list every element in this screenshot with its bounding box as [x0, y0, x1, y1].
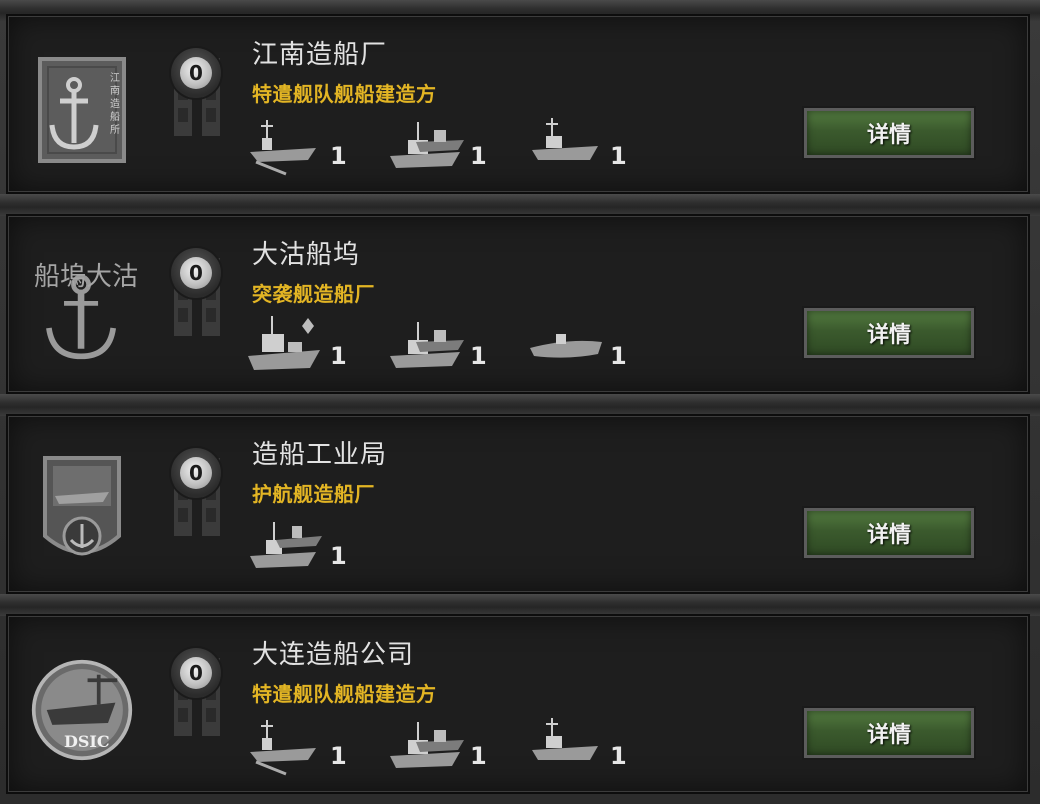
- detail-button[interactable]: 详情: [804, 308, 974, 358]
- shipyard-type: 突袭舰造船厂: [252, 282, 375, 306]
- shipyard-type: 特遣舰队舰船建造方: [252, 682, 437, 706]
- order-counter: 0: [166, 246, 228, 346]
- detail-button-label: 详情: [866, 323, 911, 348]
- shipyard-row-4: DSIC 0 大连造船公司 特遣舰队舰船建造方 1 1 1 详情: [6, 614, 1030, 794]
- detail-button[interactable]: 详情: [804, 708, 974, 758]
- battleship-group-icon: [386, 712, 466, 778]
- anchor-emblem-icon: 船塢大沽: [30, 252, 138, 368]
- ship-count: 1: [330, 342, 347, 370]
- shipyard-type: 特遣舰队舰船建造方: [252, 82, 437, 106]
- ship-types: 1: [246, 512, 686, 582]
- counter-value: 0: [180, 257, 212, 289]
- shipyard-name: 大连造船公司: [252, 640, 415, 670]
- battleship-group-icon: [386, 112, 466, 178]
- separator: [0, 394, 1040, 416]
- counter-value: 0: [180, 457, 212, 489]
- dsic-badge-icon: DSIC: [30, 652, 134, 768]
- shipyard-name: 造船工业局: [252, 440, 388, 470]
- shipyard-row-3: 0 造船工业局 护航舰造船厂 1 详情: [6, 414, 1030, 594]
- logo-text: 江南造船所: [110, 73, 120, 136]
- submarine-icon: [528, 312, 608, 378]
- ship-count: 1: [610, 342, 627, 370]
- order-counter: 0: [166, 446, 228, 546]
- anchor-seal-icon: 江南造船所: [30, 52, 134, 168]
- ship-count: 1: [330, 542, 347, 570]
- shipyard-type: 护航舰造船厂: [252, 482, 375, 506]
- logo-text: 船塢大沽: [34, 262, 139, 292]
- counter-value: 0: [180, 657, 212, 689]
- heavy-battleship-icon: [246, 312, 326, 378]
- carrier-icon: [246, 112, 326, 178]
- ship-count: 1: [610, 742, 627, 770]
- detail-button-label: 详情: [866, 523, 911, 548]
- ship-types: 1 1 1: [246, 312, 686, 382]
- destroyer-icon: [528, 712, 608, 778]
- escort-group-icon: [246, 512, 326, 578]
- shipyard-row-2: 船塢大沽 0 大沽船坞 突袭舰造船厂 1 1 1 详情: [6, 214, 1030, 394]
- shipyard-row-1: 江南造船所 0 江南造船厂 特遣舰队舰船建造方 1 1 1 详情: [6, 14, 1030, 194]
- order-counter: 0: [166, 46, 228, 146]
- detail-button-label: 详情: [866, 723, 911, 748]
- ship-count: 1: [330, 742, 347, 770]
- carrier-icon: [246, 712, 326, 778]
- detail-button[interactable]: 详情: [804, 508, 974, 558]
- ship-types: 1 1 1: [246, 712, 686, 782]
- battleship-group-icon: [386, 312, 466, 378]
- destroyer-icon: [528, 112, 608, 178]
- ship-shield-icon: [30, 452, 134, 568]
- ship-count: 1: [330, 142, 347, 170]
- counter-value: 0: [180, 57, 212, 89]
- separator: [0, 194, 1040, 216]
- ship-types: 1 1 1: [246, 112, 686, 182]
- ship-count: 1: [470, 142, 487, 170]
- shipyard-name: 大沽船坞: [252, 240, 361, 270]
- detail-button-label: 详情: [866, 123, 911, 148]
- ship-count: 1: [470, 742, 487, 770]
- detail-button[interactable]: 详情: [804, 108, 974, 158]
- shipyard-name: 江南造船厂: [252, 40, 388, 70]
- ship-count: 1: [470, 342, 487, 370]
- separator: [0, 594, 1040, 616]
- order-counter: 0: [166, 646, 228, 746]
- logo-text: DSIC: [64, 732, 110, 751]
- ship-count: 1: [610, 142, 627, 170]
